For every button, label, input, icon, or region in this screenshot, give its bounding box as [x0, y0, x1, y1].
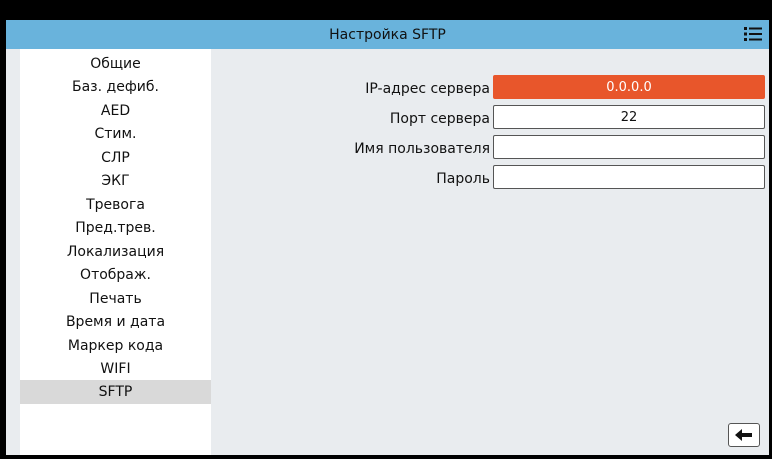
password-input[interactable] [494, 166, 764, 188]
username-input[interactable] [494, 136, 764, 158]
sidebar-item-pacing[interactable]: Стим. [20, 122, 211, 146]
sidebar-item-prealarm[interactable]: Пред.трев. [20, 216, 211, 240]
sidebar-item-label: WIFI [100, 361, 131, 377]
sidebar-item-general[interactable]: Общие [20, 52, 211, 76]
username-label: Имя пользователя [354, 141, 490, 157]
username-field[interactable] [493, 135, 765, 159]
server-ip-input[interactable] [494, 76, 764, 98]
sidebar-item-sftp[interactable]: SFTP [20, 380, 211, 404]
sidebar-item-label: Баз. дефиб. [72, 79, 159, 95]
sidebar-item-label: ЭКГ [101, 173, 130, 189]
password-label: Пароль [436, 171, 490, 187]
sidebar-item-label: Печать [89, 291, 142, 307]
sidebar-item-label: Общие [90, 56, 141, 72]
server-port-row: Порт сервера [211, 105, 769, 133]
password-field[interactable] [493, 165, 765, 189]
server-port-field[interactable] [493, 105, 765, 129]
sidebar-item-aed[interactable]: AED [20, 99, 211, 123]
settings-window: Настройка SFTP Общие Баз. дефиб. AED Сти… [6, 20, 769, 455]
server-ip-label: IP-адрес сервера [365, 81, 490, 97]
sidebar-item-label: SFTP [98, 384, 133, 400]
username-row: Имя пользователя [211, 135, 769, 163]
sidebar-item-ecg[interactable]: ЭКГ [20, 169, 211, 193]
title-bar: Настройка SFTP [6, 20, 769, 49]
password-row: Пароль [211, 165, 769, 193]
sidebar-item-cpr[interactable]: СЛР [20, 146, 211, 170]
back-button[interactable] [728, 423, 760, 447]
sidebar-item-label: СЛР [101, 150, 130, 166]
server-ip-row: IP-адрес сервера [211, 75, 769, 103]
settings-sidebar: Общие Баз. дефиб. AED Стим. СЛР ЭКГ Трев… [20, 49, 211, 455]
sidebar-item-time-date[interactable]: Время и дата [20, 310, 211, 334]
sidebar-item-display[interactable]: Отображ. [20, 263, 211, 287]
server-ip-field[interactable] [493, 75, 765, 99]
sidebar-item-label: Тревога [86, 197, 145, 213]
sidebar-item-wifi[interactable]: WIFI [20, 357, 211, 381]
sidebar-item-label: Локализация [66, 244, 165, 260]
sidebar-item-basic-defib[interactable]: Баз. дефиб. [20, 75, 211, 99]
sidebar-item-localization[interactable]: Локализация [20, 240, 211, 264]
server-port-label: Порт сервера [389, 111, 490, 127]
sidebar-item-print[interactable]: Печать [20, 287, 211, 311]
sidebar-item-label: Отображ. [80, 267, 151, 283]
sidebar-item-label: AED [100, 103, 131, 119]
sidebar-item-code-marker[interactable]: Маркер кода [20, 334, 211, 358]
sftp-settings-panel: IP-адрес сервера Порт сервера Имя пользо… [211, 49, 769, 455]
sidebar-item-label: Стим. [94, 126, 137, 142]
server-port-input[interactable] [494, 106, 764, 128]
sidebar-item-label: Время и дата [65, 314, 166, 330]
arrow-left-icon [735, 429, 752, 441]
sidebar-item-label: Маркер кода [67, 338, 164, 354]
hamburger-menu-icon[interactable] [743, 24, 763, 44]
page-title: Настройка SFTP [329, 26, 446, 43]
sidebar-item-label: Пред.трев. [75, 220, 156, 236]
sidebar-item-alarm[interactable]: Тревога [20, 193, 211, 217]
